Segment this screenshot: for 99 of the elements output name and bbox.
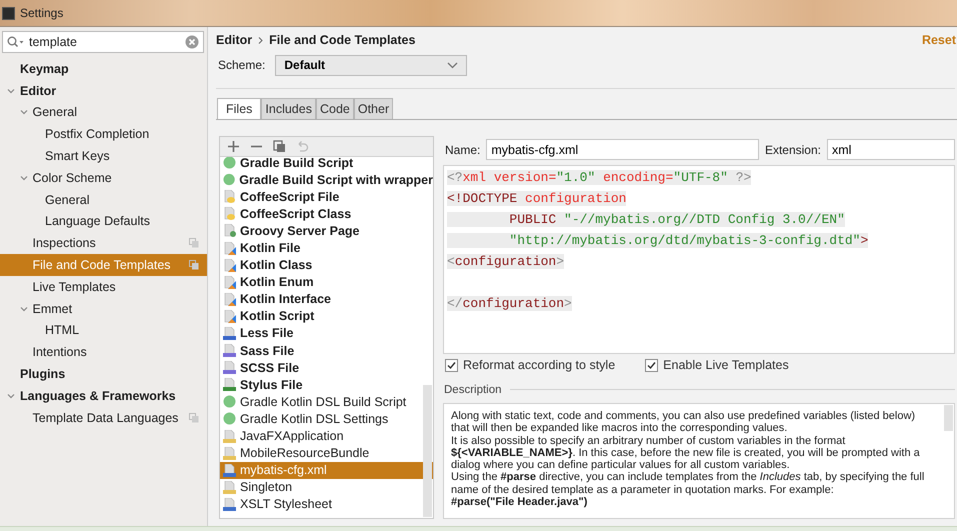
tree-item[interactable]: Smart Keys [0, 145, 207, 167]
copy-icon [273, 140, 286, 153]
tree-item[interactable]: Template Data Languages [0, 406, 207, 429]
tree-item[interactable]: Language Defaults [0, 210, 207, 232]
code-line: PUBLIC "-//mybatis.org//DTD Config 3.0//EN" [447, 209, 954, 230]
tree-item[interactable]: Intentions [0, 341, 207, 364]
scrollbar-thumb[interactable] [423, 385, 432, 517]
name-field[interactable]: mybatis-cfg.xml [486, 139, 759, 160]
file-icon [223, 464, 236, 477]
checkbox[interactable] [445, 358, 458, 372]
description-title: Description [444, 384, 502, 396]
window-title: Settings [20, 6, 64, 20]
template-item[interactable]: XSLT Stylesheet [220, 496, 433, 513]
tab[interactable]: Code [316, 98, 354, 119]
template-item[interactable]: SCSS File [220, 359, 433, 376]
extension-label: Extension: [764, 142, 821, 156]
code-example: #parse("File Header.java") [451, 496, 588, 508]
copy-button[interactable] [273, 140, 286, 153]
template-item[interactable]: JavaFXApplication [220, 428, 433, 445]
option-checkbox[interactable]: Enable Live Templates [645, 358, 789, 372]
file-icon [223, 430, 236, 443]
tree-item[interactable]: Postfix Completion [0, 123, 207, 146]
description-text: It is also possible to specify an arbitrary number of custom variables in the format ${<VARIABLE_NAME>}. In this case, before the new file is created, you will be prompted with a dialog where you can define particular values for all custom variables. [451, 434, 921, 472]
tree-item[interactable]: General [0, 102, 207, 124]
file-icon [223, 446, 236, 460]
template-item[interactable]: Sass File [220, 342, 433, 360]
file-icon [223, 242, 236, 255]
name-label: Name: [445, 142, 480, 156]
chevron-icon[interactable] [7, 392, 15, 400]
file-icon [223, 276, 236, 289]
tree-item[interactable]: Plugins [0, 363, 207, 385]
template-item[interactable]: Gradle Kotlin DSL Build Script [220, 393, 433, 410]
code-line: </configuration> [447, 295, 573, 313]
file-icon [223, 292, 236, 306]
extension-field[interactable]: xml [827, 139, 955, 160]
checkbox[interactable] [645, 358, 658, 372]
chevron-icon[interactable] [20, 108, 28, 116]
option-checkbox[interactable]: Reformat according to style [445, 358, 616, 372]
template-item[interactable]: MobileResourceBundle [220, 444, 433, 462]
template-item[interactable]: Stylus File [220, 376, 433, 394]
file-icon [223, 326, 236, 340]
file-icon [223, 480, 236, 494]
template-item[interactable]: CoffeeScript Class [220, 205, 433, 222]
breadcrumb-item: Editor [216, 33, 252, 47]
clear-icon[interactable] [185, 35, 199, 49]
code-line: <configuration> [447, 253, 566, 271]
file-icon [223, 258, 236, 272]
code-line: <!DOCTYPE configuration [447, 190, 628, 208]
reset-icon [296, 140, 309, 153]
file-icon [223, 310, 236, 323]
code-line: <?xml version="1.0" encoding="UTF-8" ?> [447, 169, 752, 187]
chevron-icon[interactable] [20, 174, 28, 182]
tree-item[interactable]: Emmet [0, 298, 207, 320]
tree-item[interactable]: Live Templates [0, 276, 207, 298]
app-icon [2, 6, 15, 20]
scheme-dropdown[interactable]: Default [275, 54, 468, 76]
tab[interactable]: Includes [261, 98, 316, 119]
file-icon [223, 378, 236, 392]
description-text: Using the #parse directive, you can include templates from the Includes tab, by specifying the full name of the desired template as a parameter in quotation marks. For example: [451, 471, 926, 496]
file-icon [223, 498, 236, 511]
scrollbar-thumb[interactable] [944, 405, 953, 431]
tab[interactable]: Files [217, 98, 262, 119]
template-item[interactable]: Gradle Kotlin DSL Settings [220, 410, 433, 428]
template-item[interactable]: Kotlin Interface [220, 290, 433, 308]
file-icon [223, 361, 236, 374]
template-item[interactable]: Gradle Build Script with wrapper [220, 171, 433, 188]
code-editor[interactable]: <?xml version="1.0" encoding="UTF-8" ?> <!DOCTYPE configuration PUBLIC "-//mybatis.org//DTD Config 3.0//EN" "http://mybatis.org/dtd/mybatis-3-config.dtd"> <configuration> </configuration> [443, 165, 955, 354]
template-item[interactable]: Kotlin Enum [220, 274, 433, 291]
template-item[interactable]: Groovy Server Page [220, 222, 433, 240]
tree-item[interactable]: Languages & Frameworks [0, 384, 207, 407]
template-item[interactable]: Kotlin Class [220, 256, 433, 274]
template-item[interactable]: Kotlin Script [220, 308, 433, 325]
chevron-icon[interactable] [20, 304, 28, 313]
template-item[interactable]: CoffeeScript File [220, 188, 433, 206]
add-icon [227, 140, 240, 153]
tree-item[interactable]: Editor [0, 80, 207, 102]
file-icon [223, 344, 236, 358]
template-item[interactable]: Kotlin File [220, 239, 433, 257]
scheme-label: Scheme: [218, 58, 266, 72]
chevron-icon[interactable] [7, 86, 15, 95]
chevron-icon [447, 62, 458, 68]
template-item[interactable]: Singleton [220, 478, 433, 496]
tree-item[interactable]: Inspections [0, 232, 207, 254]
tree-item[interactable]: Keymap [0, 58, 207, 80]
tree-item[interactable]: Color Scheme [0, 166, 207, 189]
breadcrumb-item: File and Code Templates [269, 33, 416, 47]
tree-item[interactable]: General [0, 188, 207, 211]
file-icon [223, 190, 236, 204]
description-text: Along with static text, code and comments, you can also use predefined variables (listed below) that will then be expanded like macros into the corresponding values. [451, 410, 916, 435]
tree-item[interactable]: HTML [0, 320, 207, 342]
file-icon [223, 224, 236, 238]
template-item[interactable]: Less File [220, 324, 433, 342]
chevron-icon [258, 36, 264, 44]
template-item[interactable]: Gradle Build Script [220, 157, 433, 172]
search-icon [7, 36, 25, 48]
search-field[interactable]: template [2, 31, 204, 53]
tab[interactable]: Other [354, 98, 394, 119]
add-button[interactable] [227, 140, 240, 153]
file-icon [223, 207, 236, 220]
